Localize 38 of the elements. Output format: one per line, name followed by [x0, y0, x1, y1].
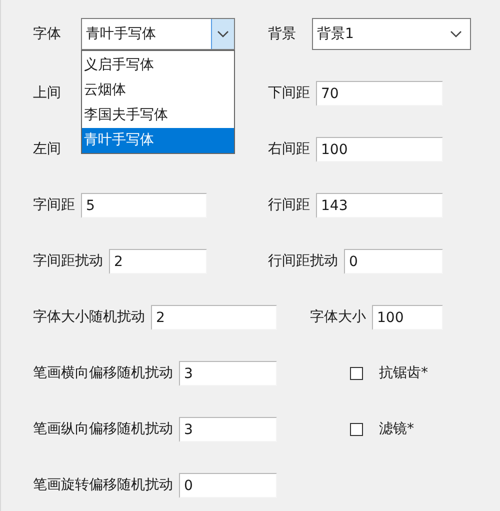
dropdown-option[interactable]: 云烟体 [82, 78, 234, 103]
field-label: 右间距 [268, 140, 310, 158]
field-label: 上间 [33, 84, 61, 102]
font-label: 字体 [33, 25, 61, 43]
input-field[interactable]: 0 [179, 472, 277, 498]
checkbox-label: 滤镜* [379, 420, 414, 438]
input-field[interactable]: 100 [316, 136, 443, 162]
font-dropdown[interactable]: 青叶手写体 [81, 18, 235, 50]
field-label: 字间距 [33, 196, 75, 214]
field-label: 下间距 [268, 84, 310, 102]
field-label: 笔画横向偏移随机扰动 [33, 364, 173, 382]
input-field[interactable]: 143 [316, 192, 443, 218]
field-label: 字体大小 [310, 308, 366, 326]
chevron-down-icon [450, 30, 462, 38]
field-label: 笔画旋转偏移随机扰动 [33, 476, 173, 494]
input-field[interactable]: 3 [179, 360, 277, 386]
input-field[interactable]: 70 [316, 80, 443, 106]
checkbox-label: 抗锯齿* [379, 364, 428, 382]
input-field[interactable]: 2 [109, 248, 207, 274]
background-label: 背景 [268, 25, 296, 43]
input-field[interactable]: 0 [344, 248, 443, 274]
field-label: 字体大小随机扰动 [33, 308, 145, 326]
field-label: 字间距扰动 [33, 252, 103, 270]
dropdown-option[interactable]: 李国夫手写体 [82, 103, 234, 128]
dropdown-option[interactable]: 义启手写体 [82, 53, 234, 78]
field-label: 左间 [33, 140, 61, 158]
checkbox[interactable] [350, 422, 363, 436]
dropdown-option[interactable]: 青叶手写体 [82, 128, 234, 153]
chevron-down-icon[interactable] [211, 19, 234, 49]
checkbox[interactable] [350, 366, 363, 380]
input-field[interactable]: 3 [179, 416, 277, 442]
background-dropdown[interactable]: 背景1 [312, 18, 471, 50]
input-field[interactable]: 5 [81, 192, 207, 218]
field-label: 笔画纵向偏移随机扰动 [33, 420, 173, 438]
input-field[interactable]: 100 [372, 304, 443, 330]
field-label: 行间距 [268, 196, 310, 214]
input-field[interactable]: 2 [151, 304, 277, 330]
field-label: 行间距扰动 [268, 252, 338, 270]
